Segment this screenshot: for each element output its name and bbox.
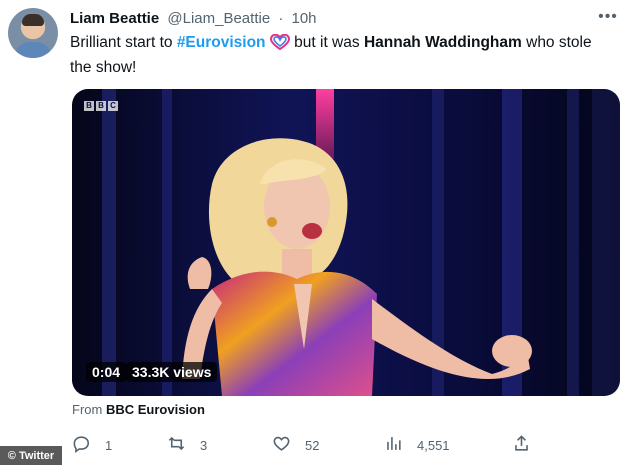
retweet-icon bbox=[167, 434, 186, 456]
time-separator: · bbox=[278, 10, 284, 27]
like-button[interactable]: 52 bbox=[272, 434, 319, 456]
avatar-shirt bbox=[14, 42, 52, 58]
reply-count: 1 bbox=[105, 437, 113, 453]
tweet-text-part: but it was bbox=[289, 34, 364, 51]
author-name[interactable]: Liam Beattie bbox=[70, 10, 159, 27]
mention-name: Hannah Waddingham bbox=[363, 34, 522, 51]
video-duration: 0:04 bbox=[86, 362, 127, 382]
action-bar: 1 3 52 4,551 bbox=[72, 434, 542, 458]
bbc-logo: B B C bbox=[84, 101, 118, 111]
image-credit: © Twitter bbox=[0, 446, 62, 465]
reply-button[interactable]: 1 bbox=[72, 434, 112, 456]
bbc-letter: B bbox=[96, 101, 106, 111]
video-source: From BBC Eurovision bbox=[72, 402, 205, 417]
views-button[interactable]: 4,551 bbox=[384, 434, 450, 456]
bbc-letter: C bbox=[108, 101, 118, 111]
views-count: 4,551 bbox=[417, 437, 450, 453]
retweet-count: 3 bbox=[200, 437, 208, 453]
bbc-letter: B bbox=[84, 101, 94, 111]
reply-icon bbox=[72, 434, 91, 456]
video-player[interactable]: B B C 0:04 33.3K views bbox=[72, 89, 620, 396]
source-name[interactable]: BBC Eurovision bbox=[106, 402, 205, 417]
author-handle[interactable]: @Liam_Beattie bbox=[167, 10, 270, 27]
avatar-hair bbox=[22, 14, 44, 26]
hashtag-link[interactable]: #Eurovision bbox=[177, 34, 266, 51]
tweet-time[interactable]: 10h bbox=[292, 10, 317, 27]
video-frame bbox=[102, 89, 620, 396]
retweet-button[interactable]: 3 bbox=[167, 434, 207, 456]
tweet-header: Liam Beattie @Liam_Beattie · 10h bbox=[70, 9, 317, 29]
tweet-text: Brilliant start to #Eurovision but it wa… bbox=[70, 32, 610, 79]
video-views: 33.3K views bbox=[126, 362, 218, 382]
like-icon bbox=[272, 434, 291, 456]
share-button[interactable] bbox=[512, 434, 531, 456]
like-count: 52 bbox=[305, 437, 320, 453]
more-icon[interactable]: ••• bbox=[596, 8, 620, 28]
avatar[interactable] bbox=[8, 8, 58, 58]
views-icon bbox=[384, 434, 403, 456]
eurovision-heart-icon bbox=[269, 33, 290, 57]
source-prefix: From bbox=[72, 402, 103, 417]
tweet-text-part: Brilliant start to bbox=[70, 34, 177, 51]
share-icon bbox=[512, 434, 531, 456]
